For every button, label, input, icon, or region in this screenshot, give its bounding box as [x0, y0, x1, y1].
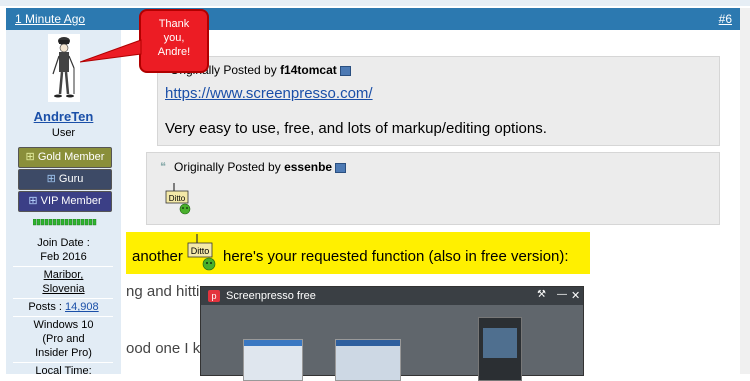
posts-label: Posts : [28, 301, 62, 313]
post-header: 1 Minute Ago #6 [6, 8, 740, 30]
partial-text-2: ood one I k [126, 340, 201, 357]
thumbnail-area [201, 305, 583, 381]
chaplin-avatar-icon [48, 34, 80, 102]
windows-icon: ⊞ [46, 173, 56, 185]
join-date-label: Join Date : [37, 237, 90, 249]
os-line-3: Insider Pro) [35, 347, 92, 359]
badge-gold-member: ⊞ Gold Member [18, 147, 112, 168]
reply-text-after: here's your requested function (also in … [223, 248, 569, 265]
badge-guru: ⊞ Guru [18, 169, 112, 190]
os-line-1: Windows 10 [33, 319, 94, 331]
top-strip [0, 0, 750, 6]
reply-text-before: another [132, 248, 183, 265]
quote-author-2: essenbe [284, 160, 333, 174]
post-number-link[interactable]: #6 [719, 12, 732, 26]
screenshot-title: Screenpresso free [226, 290, 316, 302]
embedded-screenshot: p Screenpresso free ⚒ — ✕ [200, 286, 584, 381]
quote-header-2: Originally Posted by essenbe [174, 160, 347, 174]
local-time-label: Local Time: [35, 365, 92, 377]
scrollbar[interactable] [740, 8, 750, 374]
username[interactable]: AndreTen [6, 109, 121, 124]
thumbnail-3[interactable] [478, 317, 522, 381]
location-country[interactable]: Slovenia [6, 283, 121, 295]
ditto-smiley-icon: Ditto [165, 183, 195, 215]
callout-pointer [80, 39, 142, 63]
divider [13, 266, 113, 267]
thumbnail-2[interactable] [335, 339, 401, 381]
svg-text:Ditto: Ditto [169, 194, 186, 203]
highlighted-reply: another Ditto here's your requested func… [126, 232, 590, 274]
quote-block-2: ❝ Originally Posted by essenbe Ditto [146, 152, 720, 225]
screenshot-titlebar: p Screenpresso free ⚒ — ✕ [201, 287, 583, 305]
reputation-bar [32, 213, 97, 226]
quote-text-1: Very easy to use, free, and lots of mark… [165, 120, 547, 137]
divider [13, 298, 113, 299]
ditto-smiley-icon: Ditto [186, 234, 220, 272]
user-sidebar: AndreTen User ⊞ Gold Member ⊞ Guru ⊞ VIP… [6, 30, 121, 377]
minimize-icon[interactable]: — [557, 289, 567, 300]
post-timestamp[interactable]: 1 Minute Ago [15, 12, 85, 26]
view-post-icon[interactable] [335, 162, 347, 173]
thank-you-callout: Thank you, Andre! [139, 9, 209, 73]
user-role: User [51, 127, 76, 139]
os-line-2: (Pro and [42, 333, 85, 345]
location-city[interactable]: Maribor, [6, 269, 121, 281]
divider [13, 362, 113, 363]
tools-icon[interactable]: ⚒ [537, 289, 546, 300]
avatar[interactable] [48, 34, 80, 102]
quote-author-1: f14tomcat [280, 63, 337, 77]
posts-count-link[interactable]: 14,908 [65, 301, 99, 313]
windows-icon: ⊞ [28, 195, 38, 207]
reputation-dots-icon [32, 218, 97, 226]
quote-mark-icon: ❝ [160, 161, 166, 173]
svg-text:Ditto: Ditto [191, 246, 210, 256]
windows-icon: ⊞ [25, 151, 35, 163]
thumbnail-1[interactable] [243, 339, 303, 381]
quote-block-1: Originally Posted by f14tomcat https://w… [157, 56, 720, 146]
posts-row: Posts : 14,908 [6, 301, 121, 313]
divider [13, 316, 113, 317]
badge-vip-member: ⊞ VIP Member [18, 191, 112, 212]
app-logo-icon: p [208, 290, 220, 302]
view-post-icon[interactable] [339, 65, 351, 76]
close-icon[interactable]: ✕ [571, 289, 580, 302]
quote-link[interactable]: https://www.screenpresso.com/ [165, 85, 373, 102]
join-date-value: Feb 2016 [40, 251, 87, 263]
